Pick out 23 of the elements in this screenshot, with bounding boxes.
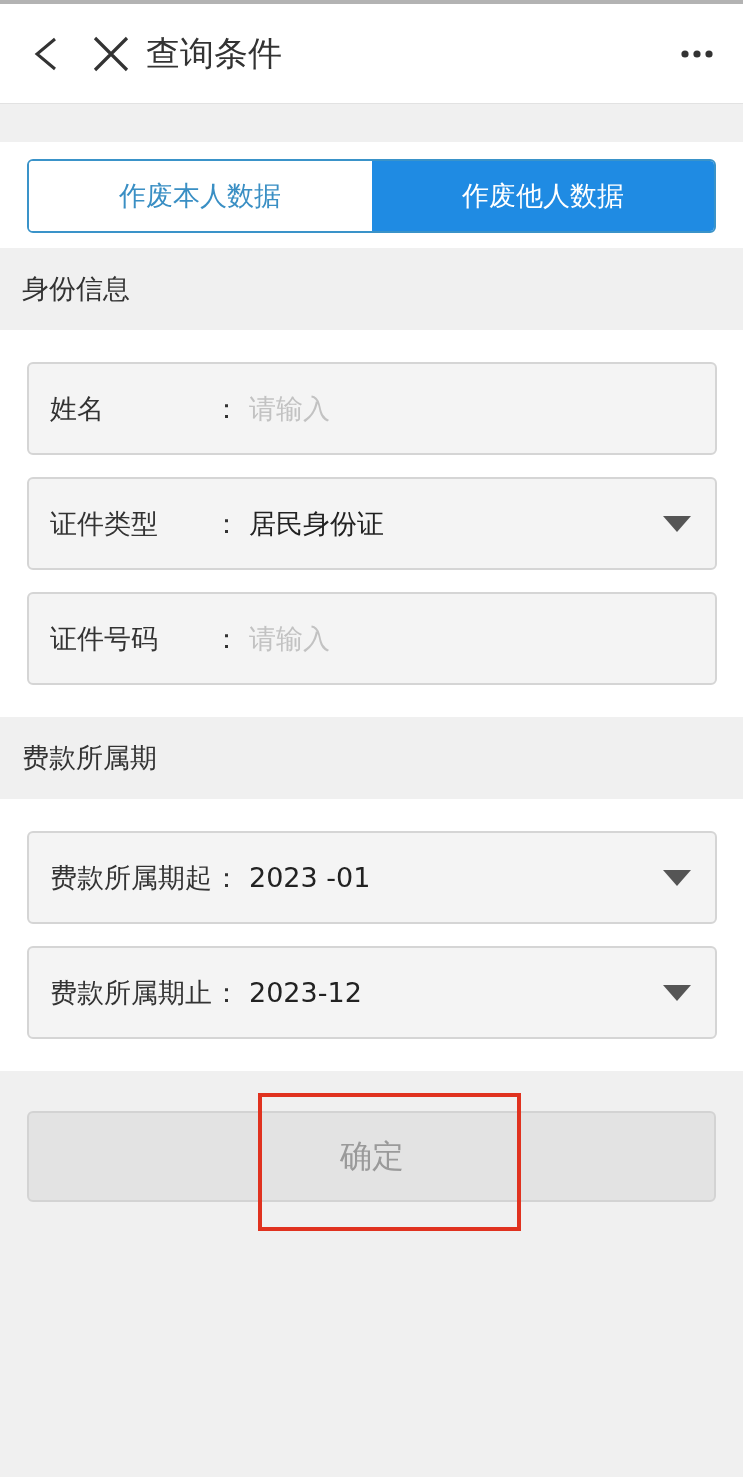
- caret-icon: [663, 869, 691, 886]
- caret-icon: [663, 515, 691, 532]
- page-title: 查询条件: [146, 31, 282, 75]
- section-title: 身份信息: [22, 272, 130, 306]
- dropdown-select[interactable]: 居民身份证: [249, 505, 691, 542]
- dropdown-select[interactable]: 2023 -01: [249, 862, 691, 893]
- section-title: 费款所属期: [22, 741, 157, 775]
- back-icon[interactable]: [33, 36, 57, 71]
- caret-icon: [663, 984, 691, 1001]
- field-label: 费款所属期起: [50, 860, 213, 895]
- close-icon[interactable]: [93, 35, 129, 72]
- label-colon: ：: [213, 391, 240, 426]
- label-colon: ：: [213, 975, 240, 1010]
- field-label: 证件类型: [50, 506, 159, 541]
- more-icon[interactable]: [681, 49, 713, 58]
- label-colon: ：: [213, 621, 240, 656]
- label-colon: ：: [213, 860, 240, 895]
- field-label: 姓名: [50, 391, 105, 426]
- tab[interactable]: 作废他人数据: [371, 161, 714, 231]
- field-label: 证件号码: [50, 621, 159, 656]
- field-label: 费款所属期止: [50, 975, 213, 1010]
- dropdown-select[interactable]: 2023-12: [249, 977, 691, 1008]
- label-colon: ：: [213, 506, 240, 541]
